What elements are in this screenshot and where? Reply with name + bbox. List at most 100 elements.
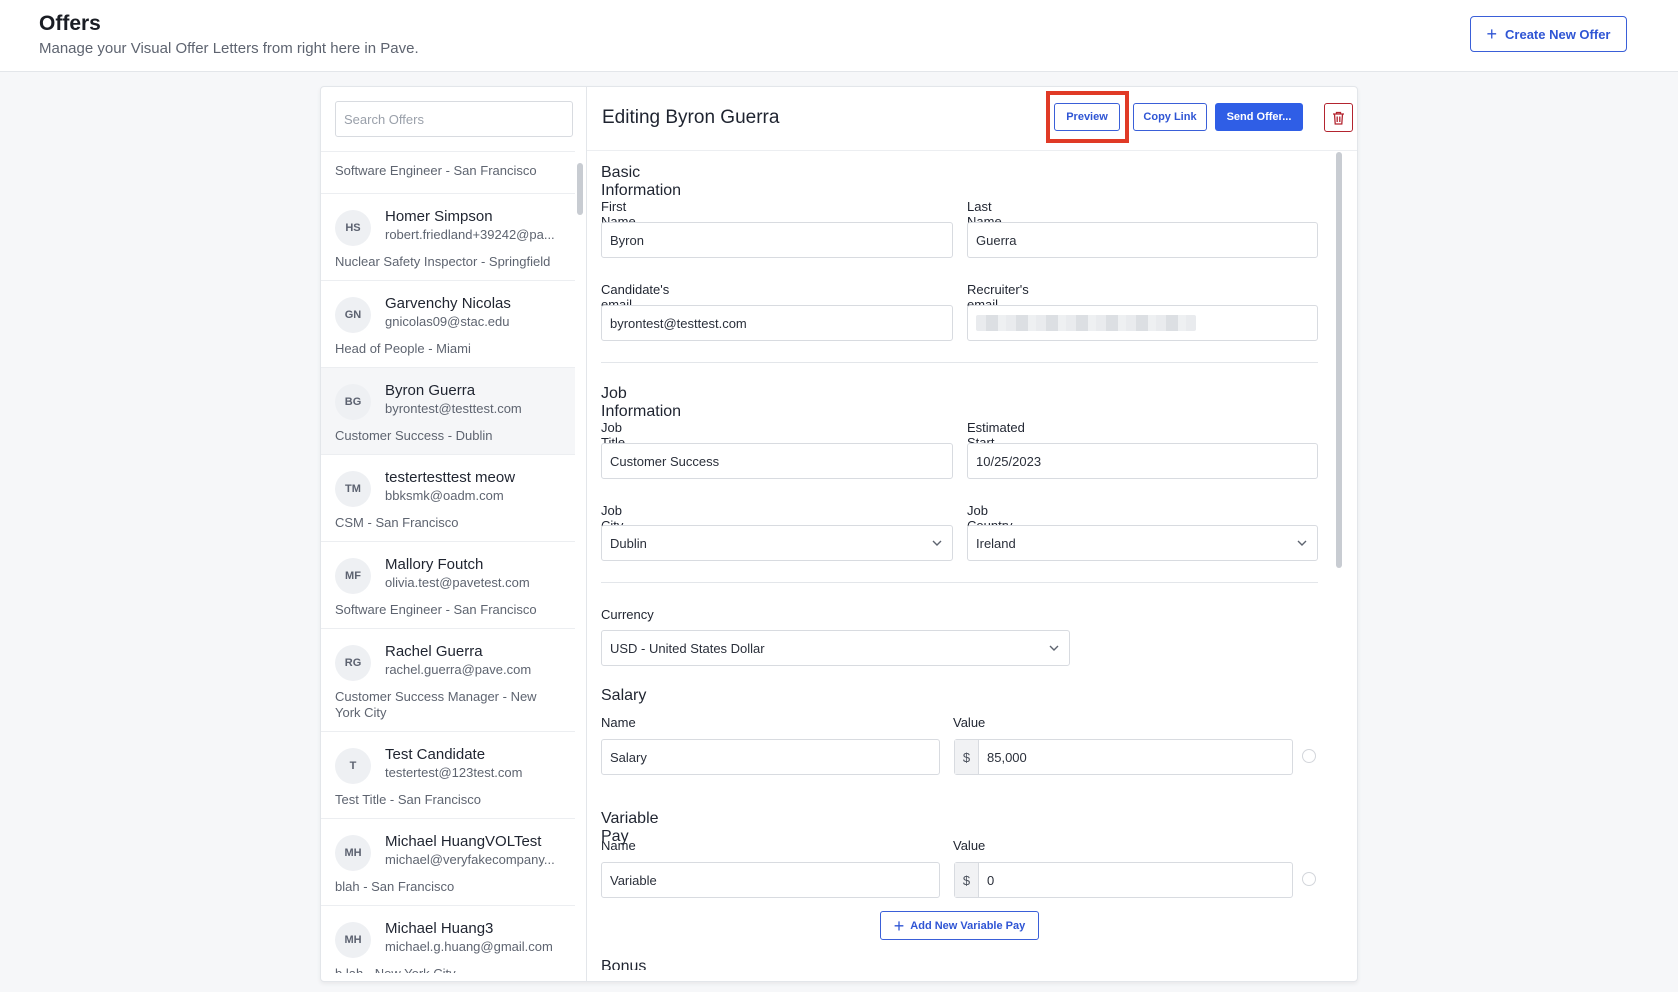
remove-variable-icon[interactable] <box>1302 872 1316 886</box>
variable-name-field[interactable]: Variable <box>601 862 940 898</box>
recruiter-email-field[interactable] <box>967 305 1318 341</box>
page-subtitle: Manage your Visual Offer Letters from ri… <box>39 40 419 57</box>
job-info-title: Job Information <box>601 385 682 420</box>
start-date-field[interactable]: 10/25/2023 <box>967 443 1318 479</box>
job-country-value: Ireland <box>976 535 1016 551</box>
page-header: Offers Manage your Visual Offer Letters … <box>0 0 1678 72</box>
offer-name: Homer Simpson <box>385 208 493 225</box>
avatar: BG <box>335 384 371 420</box>
offer-email: robert.friedland+39242@pa... <box>385 227 555 242</box>
variable-value-label: Value <box>953 838 986 853</box>
offer-email: michael.g.huang@gmail.com <box>385 939 553 954</box>
list-item[interactable]: TM testertesttest meow bbksmk@oadm.com C… <box>321 455 575 542</box>
candidate-email-field[interactable]: byrontest@testtest.com <box>601 305 953 341</box>
currency-label: Currency <box>601 607 654 622</box>
section-divider <box>601 362 1318 363</box>
salary-amount: 85,000 <box>987 749 1027 765</box>
currency-value: USD - United States Dollar <box>610 640 765 656</box>
remove-salary-icon[interactable] <box>1302 749 1316 763</box>
currency-symbol: $ <box>955 740 979 774</box>
salary-value-label: Value <box>953 715 986 730</box>
bonus-title: Bonus <box>601 958 647 970</box>
offer-role: b lah - New York City <box>335 966 561 973</box>
chevron-down-icon <box>1297 540 1307 546</box>
offer-email: byrontest@testtest.com <box>385 401 522 416</box>
offer-email: michael@veryfakecompany... <box>385 852 555 867</box>
add-variable-pay-button[interactable]: + Add New Variable Pay <box>880 911 1039 940</box>
copy-link-button[interactable]: Copy Link <box>1133 103 1207 131</box>
salary-name-field[interactable]: Salary <box>601 739 940 775</box>
sidebar-scrollbar[interactable] <box>577 163 583 215</box>
page-title: Offers <box>39 12 101 35</box>
editor-title: Editing Byron Guerra <box>602 107 780 128</box>
trash-icon <box>1333 111 1344 125</box>
editor-scrollbar[interactable] <box>1336 152 1342 568</box>
salary-value-field[interactable]: $ 85,000 <box>954 739 1293 775</box>
redacted-email <box>976 315 1196 331</box>
offer-role: CSM - San Francisco <box>335 515 459 530</box>
list-item[interactable]: T Test Candidate testertest@123test.com … <box>321 732 575 819</box>
offer-role: blah - San Francisco <box>335 879 455 894</box>
offer-role: Customer Success Manager - New York City <box>335 689 537 720</box>
send-offer-button[interactable]: Send Offer... <box>1215 103 1303 131</box>
avatar: MH <box>335 922 371 958</box>
variable-name-label: Name <box>601 838 636 853</box>
section-divider <box>601 582 1318 583</box>
offer-email: gnicolas09@stac.edu <box>385 314 510 329</box>
offer-role: Test Title - San Francisco <box>335 792 481 807</box>
chevron-down-icon <box>1049 645 1059 651</box>
offer-name: Mallory Foutch <box>385 556 484 573</box>
offer-role: Head of People - Miami <box>335 341 471 356</box>
plus-icon: + <box>893 915 905 936</box>
job-title-field[interactable]: Customer Success <box>601 443 953 479</box>
plus-icon: + <box>1486 24 1498 44</box>
avatar: MF <box>335 558 371 594</box>
offer-name: Byron Guerra <box>385 382 476 399</box>
list-item[interactable]: MF Mallory Foutch olivia.test@pavetest.c… <box>321 542 575 629</box>
offer-email: rachel.guerra@pave.com <box>385 662 532 677</box>
preview-button[interactable]: Preview <box>1054 103 1120 131</box>
create-new-offer-label: Create New Offer <box>1505 26 1611 42</box>
list-item[interactable]: GN Garvenchy Nicolas gnicolas09@stac.edu… <box>321 281 575 368</box>
job-city-select[interactable]: Dublin <box>601 525 953 561</box>
currency-symbol: $ <box>955 863 979 897</box>
avatar: MH <box>335 835 371 871</box>
offer-role: Nuclear Safety Inspector - Springfield <box>335 254 551 269</box>
list-item[interactable]: RG Rachel Guerra rachel.guerra@pave.com … <box>321 629 575 732</box>
list-item[interactable]: HS Homer Simpson robert.friedland+39242@… <box>321 194 575 281</box>
chevron-down-icon <box>932 540 942 546</box>
currency-select[interactable]: USD - United States Dollar <box>601 630 1070 666</box>
bonus-title-clip: Bonus <box>601 958 701 970</box>
add-variable-pay-label: Add New Variable Pay <box>910 919 1026 932</box>
list-item[interactable]: MH Michael HuangVOLTest michael@veryfake… <box>321 819 575 906</box>
search-offers-input[interactable] <box>335 101 573 137</box>
offer-email: bbksmk@oadm.com <box>385 488 504 503</box>
offer-role: Software Engineer - San Francisco <box>335 163 537 178</box>
offer-name: Michael HuangVOLTest <box>385 833 542 850</box>
list-item[interactable]: MH Michael Huang3 michael.g.huang@gmail.… <box>321 906 575 973</box>
offer-name: Garvenchy Nicolas <box>385 295 511 312</box>
offer-email: olivia.test@pavetest.com <box>385 575 530 590</box>
create-new-offer-button[interactable]: + Create New Offer <box>1470 16 1627 52</box>
avatar: TM <box>335 471 371 507</box>
offer-role: Software Engineer - San Francisco <box>335 602 537 617</box>
basic-info-title: Basic Information <box>601 164 682 199</box>
offer-list[interactable]: Software Engineer - San Francisco HS Hom… <box>321 151 575 973</box>
offers-sidebar: Software Engineer - San Francisco HS Hom… <box>321 87 587 981</box>
variable-value-field[interactable]: $ 0 <box>954 862 1293 898</box>
salary-title: Salary <box>601 687 647 704</box>
offer-name: Test Candidate <box>385 746 486 763</box>
avatar: GN <box>335 297 371 333</box>
offer-name: Michael Huang3 <box>385 920 494 937</box>
last-name-field[interactable]: Guerra <box>967 222 1318 258</box>
first-name-field[interactable]: Byron <box>601 222 953 258</box>
delete-offer-button[interactable] <box>1324 103 1353 132</box>
list-item-selected[interactable]: BG Byron Guerra byrontest@testtest.com C… <box>321 368 575 455</box>
avatar: T <box>335 748 371 784</box>
job-country-select[interactable]: Ireland <box>967 525 1318 561</box>
editor-header: Editing Byron Guerra Preview Copy Link S… <box>587 87 1357 151</box>
job-city-value: Dublin <box>610 535 647 551</box>
salary-name-label: Name <box>601 715 636 730</box>
list-item[interactable]: Software Engineer - San Francisco <box>321 152 575 194</box>
offer-role: Customer Success - Dublin <box>335 428 493 443</box>
